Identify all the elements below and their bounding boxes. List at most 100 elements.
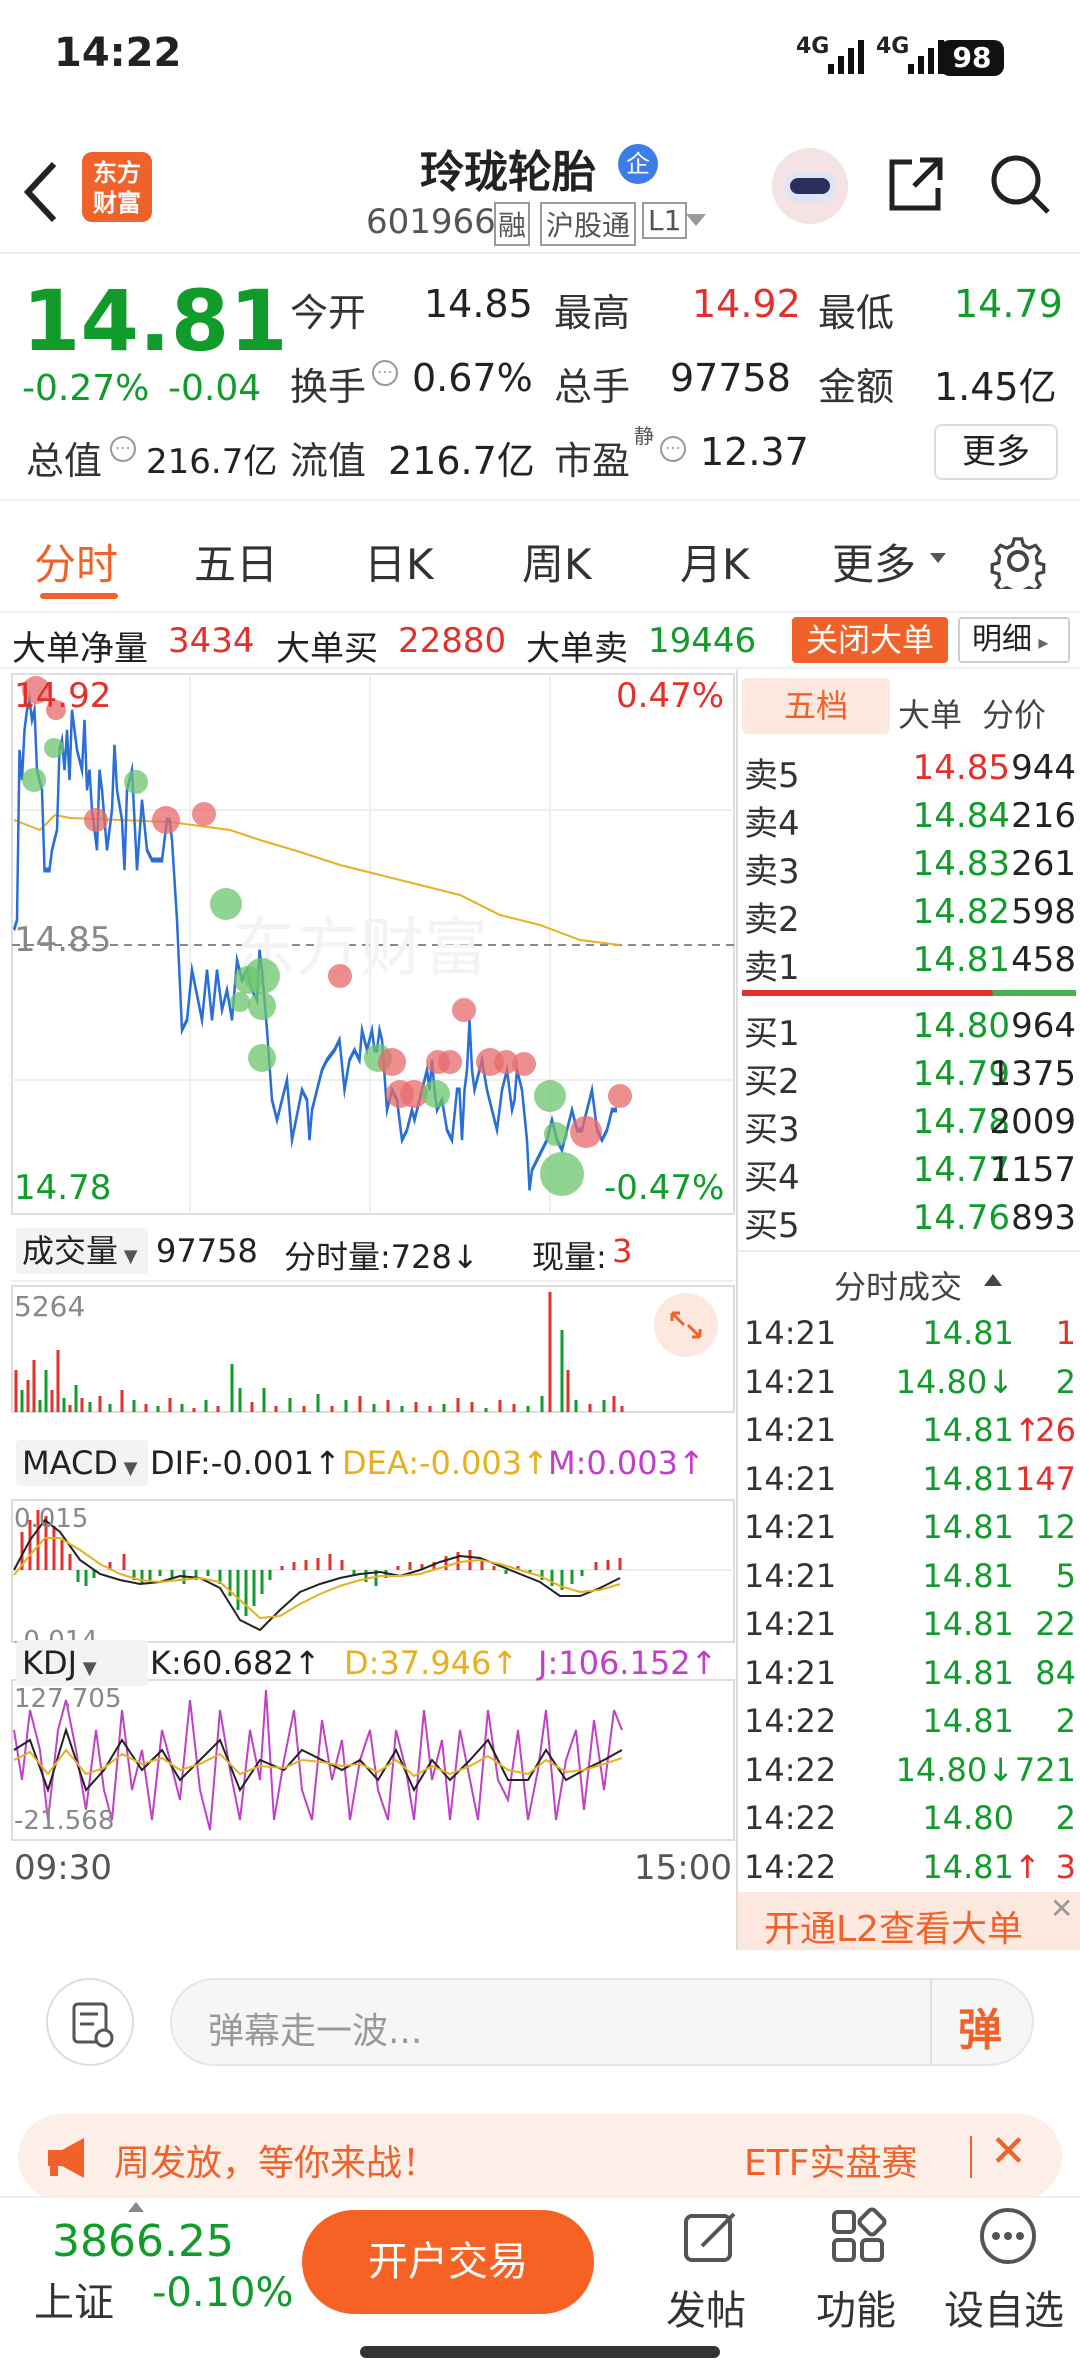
ask-volume: 261 bbox=[1011, 844, 1076, 884]
danmu-settings-icon[interactable] bbox=[46, 1978, 134, 2066]
trade-volume: 2 bbox=[1055, 1702, 1076, 1740]
quote-panel: 14.81 -0.27% -0.04 今开 14.85 最高 14.92 最低 … bbox=[0, 256, 1080, 501]
more-dots-icon[interactable] bbox=[978, 2206, 1038, 2266]
ask-row[interactable]: 卖1 14.81 458 bbox=[744, 940, 1076, 988]
change-value: -0.04 bbox=[168, 368, 262, 409]
trade-row: 14:22 14.81 2 bbox=[744, 1702, 1076, 1750]
close-big-order-button[interactable]: 关闭大单 bbox=[792, 617, 948, 663]
tab-price-dist[interactable]: 分价 bbox=[982, 690, 1046, 736]
trades-title[interactable]: 分时成交 bbox=[834, 1262, 962, 1308]
chart-svg[interactable]: 东方财富 bbox=[0, 670, 736, 1950]
app-logo: 东方 财富 bbox=[82, 152, 152, 222]
mktcap-value: 216.7亿 bbox=[146, 442, 278, 482]
trade-volume: 147 bbox=[1014, 1459, 1076, 1498]
active-tab-indicator bbox=[40, 593, 118, 599]
bid-row[interactable]: 买3 14.78 2009 bbox=[744, 1102, 1076, 1150]
kdj-j: J:106.152↑ bbox=[538, 1644, 718, 1682]
bid-label: 买1 bbox=[744, 1014, 800, 1054]
open-account-trade-button[interactable]: 开户交易 bbox=[302, 2210, 594, 2314]
chevron-down-icon bbox=[930, 553, 946, 563]
trade-volume: 84 bbox=[1035, 1653, 1076, 1692]
trade-row: 14:22 14.81 ↑ 3 bbox=[744, 1848, 1076, 1896]
trade-time: 14:21 bbox=[744, 1508, 837, 1546]
close-icon[interactable]: ✕ bbox=[1050, 1892, 1073, 1925]
back-icon[interactable] bbox=[22, 160, 62, 224]
tab-intraday[interactable]: 分时 bbox=[34, 531, 118, 592]
ask-row[interactable]: 卖3 14.83 261 bbox=[744, 844, 1076, 892]
post-edit-icon[interactable] bbox=[680, 2206, 740, 2266]
info-icon[interactable]: ⋯ bbox=[372, 360, 398, 386]
function-label[interactable]: 功能 bbox=[816, 2278, 896, 2336]
big-order-bar: 大单净量 3434 大单买 22880 大单卖 19446 关闭大单 明细 ▸ bbox=[0, 613, 1080, 669]
macd-indicator-select[interactable]: MACD ▼ bbox=[16, 1440, 148, 1486]
trade-row: 14:22 14.80 2 bbox=[744, 1799, 1076, 1847]
volume-indicator-select[interactable]: 成交量 ▼ bbox=[16, 1228, 148, 1274]
amount-value: 1.45亿 bbox=[934, 365, 1057, 409]
time-start-label: 09:30 bbox=[14, 1848, 112, 1888]
kdj-indicator-select[interactable]: KDJ ▼ bbox=[16, 1640, 148, 1686]
info-icon[interactable]: ⋯ bbox=[110, 436, 136, 462]
bid-row[interactable]: 买1 14.80 964 bbox=[744, 1006, 1076, 1054]
volume-indicator-label: 成交量 bbox=[22, 1232, 119, 1270]
tab-more[interactable]: 更多 bbox=[832, 531, 916, 592]
l2-promo-banner[interactable]: 开通L2查看大单 ✕ bbox=[738, 1892, 1080, 1950]
ask-row[interactable]: 卖4 14.84 216 bbox=[744, 796, 1076, 844]
index-name: 上证 bbox=[34, 2280, 114, 2326]
detail-button-label: 明细 bbox=[972, 622, 1032, 657]
danmu-send-icon[interactable]: 弹 bbox=[958, 1994, 1002, 2058]
ask-volume: 944 bbox=[1011, 748, 1076, 788]
tab-5day[interactable]: 五日 bbox=[194, 531, 278, 592]
macd-dea: DEA:-0.003↑ bbox=[342, 1444, 549, 1482]
time-end-label: 15:00 bbox=[634, 1848, 732, 1888]
bid-row[interactable]: 买4 14.77 1157 bbox=[744, 1150, 1076, 1198]
big-buy-label: 大单买 bbox=[276, 629, 378, 669]
bid-label: 买5 bbox=[744, 1206, 800, 1246]
detail-button[interactable]: 明细 ▸ bbox=[958, 617, 1070, 663]
margin-tag: 融 bbox=[494, 202, 531, 246]
caret-up-icon[interactable] bbox=[128, 2202, 144, 2212]
ask-volume: 458 bbox=[1011, 940, 1076, 980]
tab-monthly-k[interactable]: 月K bbox=[680, 531, 750, 592]
apps-grid-icon[interactable] bbox=[828, 2206, 888, 2266]
ask-row[interactable]: 卖5 14.85 944 bbox=[744, 748, 1076, 796]
danmu-input[interactable]: 弹幕走一波... 弹 bbox=[170, 1978, 1034, 2066]
trade-row: 14:21 14.80↓ 2 bbox=[744, 1362, 1076, 1411]
trade-volume: 5 bbox=[1055, 1556, 1076, 1595]
more-button[interactable]: 更多 bbox=[934, 424, 1058, 480]
dropdown-icon[interactable] bbox=[686, 214, 706, 228]
trade-time: 14:21 bbox=[744, 1653, 837, 1692]
tab-five-level[interactable]: 五档 bbox=[742, 678, 890, 734]
tab-daily-k[interactable]: 日K bbox=[364, 531, 434, 592]
tab-big-order[interactable]: 大单 bbox=[874, 690, 962, 736]
ask-row[interactable]: 卖2 14.82 598 bbox=[744, 892, 1076, 940]
trade-volume: 721 bbox=[1014, 1750, 1076, 1789]
robot-avatar-icon[interactable] bbox=[772, 148, 848, 224]
home-indicator bbox=[360, 2346, 720, 2358]
big-net-value: 3434 bbox=[168, 621, 255, 661]
trade-volume: 2 bbox=[1055, 1362, 1076, 1401]
info-icon[interactable]: ⋯ bbox=[660, 436, 686, 462]
ask-volume: 598 bbox=[1011, 892, 1076, 932]
bid-label: 买2 bbox=[744, 1062, 800, 1102]
search-icon[interactable] bbox=[988, 152, 1052, 216]
expand-button[interactable] bbox=[654, 1293, 718, 1357]
add-watchlist-label[interactable]: 设自选 bbox=[944, 2278, 1064, 2336]
bid-label: 买3 bbox=[744, 1110, 800, 1150]
trade-time: 14:22 bbox=[744, 1750, 837, 1789]
kdj-top-label: 127.705 bbox=[14, 1684, 122, 1714]
promo-banner[interactable]: 周发放，等你来战！ ETF实盘赛 ✕ bbox=[18, 2114, 1062, 2200]
trade-time: 14:21 bbox=[744, 1362, 837, 1401]
promo-text: 周发放，等你来战！ bbox=[114, 2143, 439, 2184]
post-label[interactable]: 发帖 bbox=[666, 2278, 746, 2336]
index-value[interactable]: 3866.25 bbox=[52, 2216, 234, 2267]
kdj-d: D:37.946↑ bbox=[344, 1644, 519, 1682]
pe-value: 12.37 bbox=[700, 430, 809, 474]
tab-weekly-k[interactable]: 周K bbox=[522, 531, 592, 592]
settings-gear-icon[interactable] bbox=[990, 533, 1046, 589]
kdj-header: KDJ ▼ K:60.682↑ D:37.946↑ J:106.152↑ bbox=[12, 1640, 734, 1686]
bid-row[interactable]: 买5 14.76 893 bbox=[744, 1198, 1076, 1246]
close-icon[interactable]: ✕ bbox=[990, 2126, 1027, 2177]
share-icon[interactable] bbox=[886, 154, 946, 214]
bid-row[interactable]: 买2 14.79 1375 bbox=[744, 1054, 1076, 1102]
stock-name: 玲珑轮胎 bbox=[420, 147, 596, 198]
